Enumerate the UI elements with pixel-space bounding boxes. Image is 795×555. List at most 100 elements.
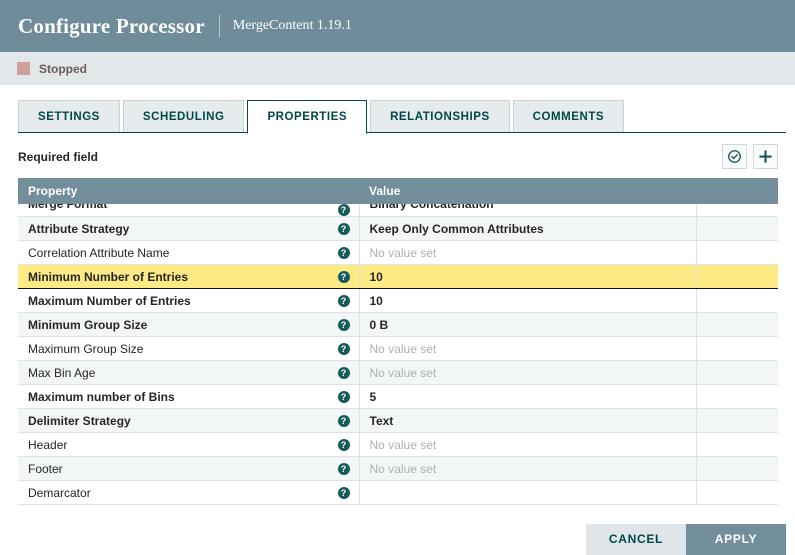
property-cell-inner: Maximum Group Size? bbox=[18, 337, 358, 360]
value-cell[interactable]: Text bbox=[359, 408, 697, 433]
property-name: Footer bbox=[28, 461, 63, 476]
value-cell[interactable]: No value set bbox=[359, 456, 697, 481]
help-icon[interactable]: ? bbox=[337, 318, 350, 331]
table-row[interactable]: Max Bin Age? No value set bbox=[18, 360, 778, 385]
property-cell-inner: Attribute Strategy? bbox=[18, 217, 358, 240]
property-cell-inner: Header? bbox=[18, 433, 358, 456]
property-value: Text bbox=[369, 413, 394, 428]
property-name: Minimum Group Size bbox=[28, 317, 148, 332]
property-cell[interactable]: Delimiter Strategy? bbox=[18, 408, 360, 433]
property-name: Maximum Number of Entries bbox=[28, 293, 191, 308]
table-row[interactable]: Maximum number of Bins? 5 bbox=[18, 384, 778, 409]
property-value: 10 bbox=[369, 293, 383, 308]
property-cell[interactable]: Footer? bbox=[18, 456, 360, 481]
row-extra-cell bbox=[696, 432, 778, 457]
property-cell[interactable]: Attribute Strategy? bbox=[18, 216, 360, 241]
value-cell[interactable]: 10 bbox=[359, 288, 697, 313]
value-cell[interactable] bbox=[359, 480, 697, 505]
property-name: Minimum Number of Entries bbox=[28, 269, 189, 284]
help-icon[interactable]: ? bbox=[337, 462, 350, 475]
column-header-value[interactable]: Value bbox=[359, 178, 696, 204]
value-cell[interactable]: 10 bbox=[359, 264, 697, 289]
value-cell[interactable]: 0 B bbox=[359, 312, 697, 337]
value-cell[interactable]: Keep Only Common Attributes bbox=[359, 216, 697, 241]
table-row[interactable]: Merge Format? Binary Concatenation bbox=[18, 204, 778, 217]
property-value: No value set bbox=[369, 341, 437, 356]
value-cell[interactable]: No value set bbox=[359, 360, 697, 385]
table-row[interactable]: Header? No value set bbox=[18, 432, 778, 457]
properties-table-container[interactable]: Property Value Merge Format? Binary Conca… bbox=[18, 178, 778, 505]
tab-scheduling[interactable]: SCHEDULING bbox=[122, 100, 245, 133]
apply-button[interactable]: APPLY bbox=[686, 524, 786, 555]
table-row[interactable]: Maximum Number of Entries? 10 bbox=[18, 288, 778, 313]
add-property-button[interactable] bbox=[753, 144, 778, 169]
help-icon[interactable]: ? bbox=[337, 414, 350, 427]
help-icon[interactable]: ? bbox=[337, 390, 350, 403]
property-cell[interactable]: Maximum Group Size? bbox=[18, 336, 360, 361]
help-icon[interactable]: ? bbox=[337, 204, 350, 216]
dialog-header: Configure Processor MergeContent 1.19.1 bbox=[0, 0, 795, 52]
property-cell[interactable]: Merge Format? bbox=[18, 204, 360, 217]
row-extra-cell bbox=[696, 384, 778, 409]
value-cell[interactable]: No value set bbox=[359, 240, 697, 265]
property-cell[interactable]: Maximum number of Bins? bbox=[18, 384, 360, 409]
value-cell[interactable]: 5 bbox=[359, 384, 697, 409]
help-icon[interactable]: ? bbox=[337, 366, 350, 379]
table-row[interactable]: Footer? No value set bbox=[18, 456, 778, 481]
property-name: Maximum Group Size bbox=[28, 341, 144, 356]
property-cell-inner: Max Bin Age? bbox=[18, 361, 358, 384]
property-cell[interactable]: Minimum Number of Entries? bbox=[18, 264, 360, 289]
table-row[interactable]: Maximum Group Size? No value set bbox=[18, 336, 778, 361]
table-row[interactable]: Correlation Attribute Name? No value set bbox=[18, 240, 778, 265]
tab-comments[interactable]: COMMENTS bbox=[512, 100, 625, 133]
properties-table-body: Merge Format? Binary Concatenation Attribu… bbox=[18, 204, 778, 505]
property-cell[interactable]: Maximum Number of Entries? bbox=[18, 288, 360, 313]
value-cell-inner: No value set bbox=[360, 361, 696, 384]
help-icon[interactable]: ? bbox=[337, 246, 350, 259]
tab-relationships[interactable]: RELATIONSHIPS bbox=[370, 100, 510, 133]
table-row[interactable]: Minimum Number of Entries? 10 bbox=[18, 264, 778, 289]
help-icon[interactable]: ? bbox=[337, 438, 350, 451]
column-header-property[interactable]: Property bbox=[18, 178, 359, 204]
table-row[interactable]: Minimum Group Size? 0 B bbox=[18, 312, 778, 337]
help-icon[interactable]: ? bbox=[337, 294, 350, 307]
help-icon[interactable]: ? bbox=[337, 270, 350, 283]
property-name: Correlation Attribute Name bbox=[28, 245, 170, 260]
table-row[interactable]: Demarcator? bbox=[18, 480, 778, 505]
property-cell-inner: Footer? bbox=[18, 457, 358, 480]
property-cell[interactable]: Max Bin Age? bbox=[18, 360, 360, 385]
property-cell[interactable]: Demarcator? bbox=[18, 480, 360, 505]
table-row[interactable]: Attribute Strategy? Keep Only Common Attr… bbox=[18, 216, 778, 241]
value-cell-inner: 0 B bbox=[360, 313, 696, 336]
table-row[interactable]: Delimiter Strategy? Text bbox=[18, 408, 778, 433]
page-title: Configure Processor bbox=[18, 13, 205, 38]
help-icon[interactable]: ? bbox=[337, 222, 350, 235]
tab-properties[interactable]: PROPERTIES bbox=[247, 100, 368, 134]
verify-properties-button[interactable] bbox=[722, 144, 747, 169]
value-cell[interactable]: No value set bbox=[359, 432, 697, 457]
value-cell[interactable]: Binary Concatenation bbox=[359, 204, 697, 217]
cancel-button[interactable]: CANCEL bbox=[586, 524, 686, 555]
properties-table-header: Property Value bbox=[18, 178, 778, 204]
value-cell[interactable]: No value set bbox=[359, 336, 697, 361]
row-extra-cell bbox=[696, 264, 778, 289]
property-name: Maximum number of Bins bbox=[28, 389, 175, 404]
property-value: Keep Only Common Attributes bbox=[369, 221, 544, 236]
property-cell[interactable]: Header? bbox=[18, 432, 360, 457]
row-extra-cell bbox=[696, 240, 778, 265]
tab-settings[interactable]: SETTINGS bbox=[18, 100, 120, 133]
help-icon[interactable]: ? bbox=[337, 342, 350, 355]
property-value: No value set bbox=[369, 365, 437, 380]
column-header-extra[interactable] bbox=[696, 178, 778, 204]
property-name: Attribute Strategy bbox=[28, 221, 130, 236]
plus-icon bbox=[759, 150, 772, 163]
value-cell-inner: No value set bbox=[360, 433, 696, 456]
row-extra-cell bbox=[696, 312, 778, 337]
value-cell-inner: Text bbox=[360, 409, 696, 432]
property-cell[interactable]: Minimum Group Size? bbox=[18, 312, 360, 337]
title-separator bbox=[218, 15, 220, 37]
property-cell-inner: Minimum Number of Entries? bbox=[18, 266, 358, 288]
property-cell[interactable]: Correlation Attribute Name? bbox=[18, 240, 360, 265]
table-header-row: Property Value bbox=[18, 178, 778, 204]
help-icon[interactable]: ? bbox=[337, 486, 350, 499]
